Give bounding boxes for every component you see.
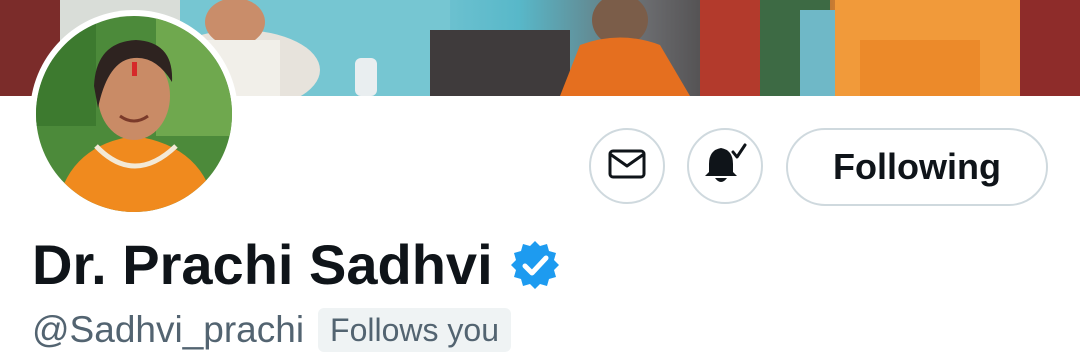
profile-avatar[interactable] bbox=[30, 10, 238, 218]
avatar-photo bbox=[36, 16, 232, 212]
name-row: Dr. Prachi Sadhvi bbox=[32, 230, 561, 300]
bell-check-icon bbox=[703, 142, 747, 191]
follows-you-badge: Follows you bbox=[318, 308, 511, 352]
message-button[interactable] bbox=[589, 128, 665, 204]
following-button[interactable]: Following bbox=[786, 128, 1048, 206]
handle-row: @Sadhvi_prachi Follows you bbox=[32, 307, 511, 353]
envelope-icon bbox=[608, 149, 646, 184]
user-handle: @Sadhvi_prachi bbox=[32, 309, 305, 350]
display-name: Dr. Prachi Sadhvi bbox=[32, 233, 493, 296]
verified-badge-icon[interactable] bbox=[509, 239, 561, 291]
notifications-button[interactable] bbox=[687, 128, 763, 204]
